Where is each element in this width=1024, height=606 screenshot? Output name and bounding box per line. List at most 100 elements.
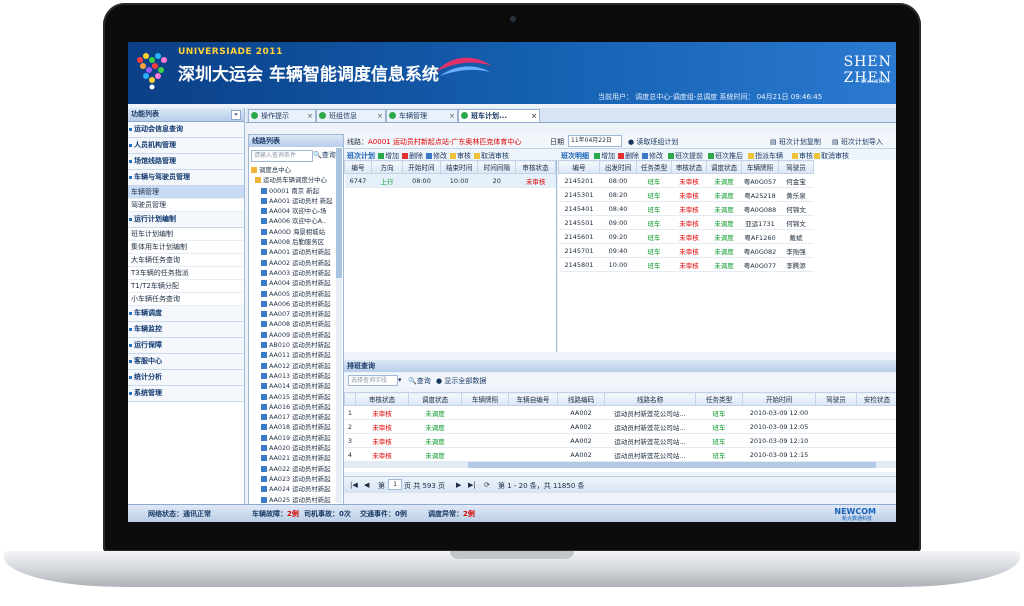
sidebar-section[interactable]: 场馆线路管理 — [128, 154, 244, 170]
sidebar-item[interactable]: 大车辆任务查询 — [128, 254, 244, 267]
route-tree-item[interactable]: AA015 运动员村新起 — [251, 392, 339, 402]
table-row[interactable]: 4 未审核 未调度 AA002 运动员村新莲花公司站... 班车 2010-03-09 12… — [344, 447, 896, 462]
route-tree-item[interactable]: AA00D 海景相城站 — [251, 227, 339, 237]
route-tree-item[interactable]: 运动员车辆调度分中心 — [251, 175, 339, 185]
route-tree-item[interactable]: 调度总中心 — [251, 165, 339, 175]
sidebar-section[interactable]: 统计分析 — [128, 370, 244, 386]
route-tree-item[interactable]: AA001 运动员村新起 — [251, 247, 339, 257]
date-input[interactable]: 11年04月22日 — [568, 135, 622, 147]
run-col-header[interactable]: 驾驶员 — [778, 160, 814, 174]
table-row[interactable]: 2145401 08:40 班车 未审核 未调度 粤A0G088 何锦文 — [558, 201, 814, 216]
sidebar-item[interactable]: T1/T2车辆分配 — [128, 280, 244, 293]
tab-3[interactable]: 班车计划... × — [458, 109, 540, 122]
close-icon[interactable]: × — [531, 110, 537, 122]
query-col-header[interactable]: 安检状态 — [856, 392, 896, 406]
route-tree-item[interactable]: AA007 运动员村新起 — [251, 309, 339, 319]
route-tree-item[interactable]: AB010 运动员村新起 — [251, 340, 339, 350]
route-tree-item[interactable]: AA020 运动员村新起 — [251, 443, 339, 453]
query-col-header[interactable]: 调度状态 — [408, 392, 462, 406]
query-col-header[interactable]: 线路编码 — [557, 392, 605, 406]
first-page-icon[interactable]: |◀ — [350, 481, 358, 489]
sidebar-item[interactable]: 集体用车计划编制 — [128, 241, 244, 254]
sidebar-section[interactable]: 运动会信息查询 — [128, 122, 244, 138]
run-col-header[interactable]: 调度状态 — [706, 160, 742, 174]
query-col-header[interactable]: 驾驶员 — [815, 392, 857, 406]
table-row[interactable]: 2145801 10:00 班车 未审核 未调度 粤A0G077 李腾添 — [558, 257, 814, 272]
run-col-header[interactable]: 出发时间 — [599, 160, 637, 174]
sidebar-item[interactable]: 驾驶员管理 — [128, 199, 244, 212]
route-tree-item[interactable]: AA006 欢迎中心A.. — [251, 216, 339, 226]
route-tree-item[interactable]: AA002 运动员村新起 — [251, 258, 339, 268]
show-all-button[interactable]: ● 显示全部数据 — [436, 376, 486, 386]
sidebar-section[interactable]: 车辆与驾驶员管理 — [128, 170, 244, 186]
sidebar-item[interactable]: T3车辆的任务指派 — [128, 267, 244, 280]
route-tree-item[interactable]: AA005 运动员村新起 — [251, 289, 339, 299]
query-col-header[interactable]: 审核状态 — [355, 392, 409, 406]
route-tree-item[interactable]: AA023 运动员村新起 — [251, 474, 339, 484]
tab-0[interactable]: 操作提示 × — [248, 109, 316, 122]
query-col-header[interactable]: 任务类型 — [695, 392, 743, 406]
sidebar-section[interactable]: 客服中心 — [128, 354, 244, 370]
query-col-header[interactable]: 线路名称 — [604, 392, 696, 406]
route-tree-item[interactable]: 00001 南京 新起 — [251, 186, 339, 196]
query-h-scrollbar[interactable] — [344, 462, 896, 468]
page-input[interactable]: 1 — [388, 479, 402, 490]
route-tree-item[interactable]: AA004 欢迎中心-场 — [251, 206, 339, 216]
sidebar-item[interactable]: 车辆管理 — [128, 186, 244, 199]
table-row[interactable]: 6747 上行 08:00 10:00 20 未审核 — [344, 173, 556, 188]
route-tree-item[interactable]: AA003 运动员村新起 — [251, 268, 339, 278]
route-tree-item[interactable]: AA009 运动员村新起 — [251, 330, 339, 340]
query-col-header[interactable] — [344, 392, 356, 406]
route-tree-item[interactable]: AA013 运动员村新起 — [251, 371, 339, 381]
query-col-header[interactable]: 车辆牌照 — [461, 392, 509, 406]
copy-plan-button[interactable]: ▤ 班次计划复制 — [770, 137, 821, 147]
route-tree-item[interactable]: AA001 运动员村 新起 — [251, 196, 339, 206]
plan-col-header[interactable]: 方向 — [370, 160, 404, 174]
last-page-icon[interactable]: ▶| — [468, 481, 476, 489]
refresh-icon[interactable]: ⟳ — [484, 481, 490, 489]
tab-2[interactable]: 车辆管理 × — [386, 109, 458, 122]
route-search-input[interactable]: 请输入查询条件 — [251, 150, 313, 162]
route-tree-item[interactable]: AA008 运动员村新起 — [251, 319, 339, 329]
table-row[interactable]: 2145201 08:00 班车 未审核 未调度 粤A0G057 何金宝 — [558, 173, 814, 188]
query-col-header[interactable]: 开始时间 — [742, 392, 816, 406]
route-tree-item[interactable]: AA018 运动员村新起 — [251, 422, 339, 432]
table-row[interactable]: 1 未审核 未调度 AA002 运动员村新莲花公司站... 班车 2010-03-09 12… — [344, 405, 896, 420]
run-col-header[interactable]: 车辆牌照 — [741, 160, 779, 174]
run-col-header[interactable]: 编号 — [558, 160, 600, 174]
plan-col-header[interactable]: 审核状态 — [515, 160, 556, 174]
query-scroll-thumb[interactable] — [468, 462, 876, 468]
route-tree-item[interactable]: AA006 运动员村新起 — [251, 299, 339, 309]
run-col-header[interactable]: 任务类型 — [636, 160, 672, 174]
next-page-icon[interactable]: ▶ — [456, 481, 461, 489]
table-row[interactable]: 2145301 08:20 班车 未审核 未调度 粤A25218 黄乐泉 — [558, 187, 814, 202]
sidebar-item[interactable]: 小车辆任务查询 — [128, 293, 244, 306]
route-scrollbar[interactable] — [336, 148, 342, 503]
route-tree-item[interactable]: AA004 运动员村新起 — [251, 278, 339, 288]
route-tree-item[interactable]: AA011 运动员村新起 — [251, 350, 339, 360]
route-tree-item[interactable]: AA024 运动员村新起 — [251, 484, 339, 494]
sidebar-section[interactable]: 车辆调度 — [128, 306, 244, 322]
sidebar-section[interactable]: 系统管理 — [128, 386, 244, 402]
query-field-select[interactable]: 选择查询字段 — [348, 375, 398, 386]
sidebar-section[interactable]: 运行保障 — [128, 338, 244, 354]
route-tree-item[interactable]: AA021 运动员村新起 — [251, 453, 339, 463]
plan-col-header[interactable]: 开始时间 — [402, 160, 441, 174]
table-row[interactable]: 3 未审核 未调度 AA002 运动员村新莲花公司站... 班车 2010-03-09 12… — [344, 433, 896, 448]
collapse-icon[interactable]: « — [231, 110, 241, 120]
query-search-button[interactable]: 🔍查询 — [408, 376, 431, 386]
route-tree-item[interactable]: AA019 运动员村新起 — [251, 433, 339, 443]
sidebar-item[interactable]: 班车计划编制 — [128, 228, 244, 241]
table-row[interactable]: 2145701 09:40 班车 未审核 未调度 粤A0G082 李贻强 — [558, 243, 814, 258]
sidebar-section[interactable]: 运行计划编制 — [128, 212, 244, 228]
route-search-button[interactable]: 🔍查询 — [313, 150, 336, 160]
route-tree-item[interactable]: AA014 运动员村新起 — [251, 381, 339, 391]
close-icon[interactable]: × — [307, 110, 313, 122]
plan-col-header[interactable]: 结束时间 — [439, 160, 479, 174]
plan-col-header[interactable]: 编号 — [344, 160, 372, 174]
table-row[interactable]: 2 未审核 未调度 AA002 运动员村新莲花公司站... 班车 2010-03-09 12… — [344, 419, 896, 434]
table-row[interactable]: 2145501 09:00 班车 未审核 未调度 亚运1731 何锦文 — [558, 215, 814, 230]
plan-col-header[interactable]: 时间间隔 — [477, 160, 517, 174]
run-col-header[interactable]: 审核状态 — [671, 160, 707, 174]
route-tree-item[interactable]: AA012 运动员村新起 — [251, 361, 339, 371]
